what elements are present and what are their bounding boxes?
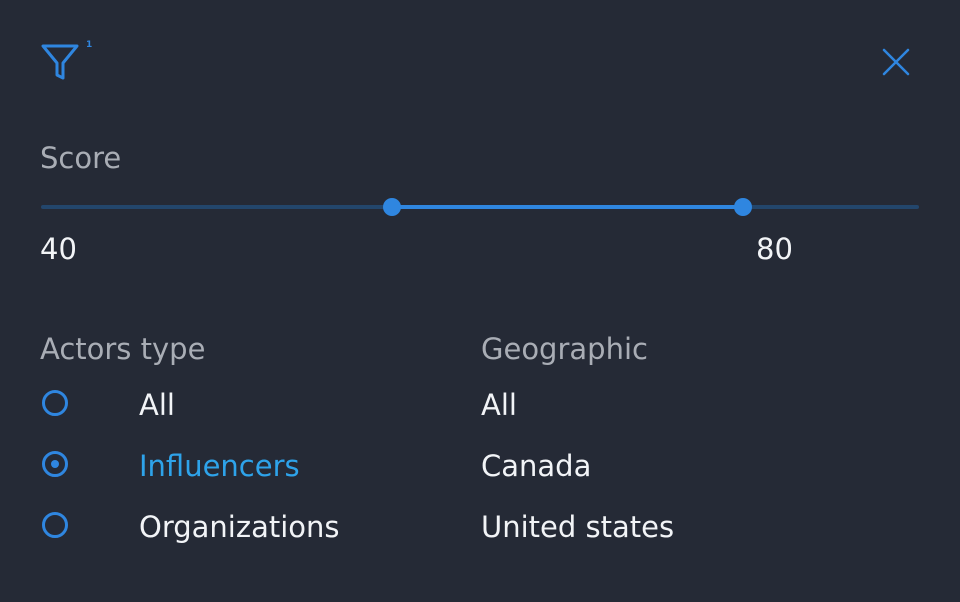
slider-max-handle[interactable] [734,198,753,216]
actors-option-organizations[interactable]: Organizations [40,508,380,548]
filter-button[interactable]: 1 [40,40,96,84]
close-button[interactable] [878,44,914,80]
score-range-slider[interactable] [41,196,919,218]
radio-label: All [139,388,175,422]
actors-option-all[interactable]: All [40,386,380,426]
geographic-title: Geographic [481,332,648,366]
score-min-value: 40 [40,232,77,266]
score-label: Score [40,141,122,175]
actors-type-title: Actors type [40,332,206,366]
score-max-value: 80 [756,232,793,266]
slider-min-handle[interactable] [383,198,402,216]
radio-button[interactable] [42,390,68,416]
radio-label: Organizations [139,510,340,544]
filter-count-badge: 1 [86,40,93,50]
geographic-option-united-states[interactable]: United states [481,508,674,546]
radio-label: Influencers [139,449,300,483]
filter-panel: 1 Score 40 80 Actors type Geographic All… [0,0,960,602]
radio-button-checked[interactable] [42,451,68,477]
close-icon [882,48,910,76]
radio-button[interactable] [42,512,68,538]
actors-option-influencers[interactable]: Influencers [40,447,380,487]
radio-checked-dot [51,460,59,468]
slider-selected-range [392,205,744,209]
geographic-option-canada[interactable]: Canada [481,447,591,485]
geographic-option-all[interactable]: All [481,386,517,424]
funnel-icon [41,44,79,80]
